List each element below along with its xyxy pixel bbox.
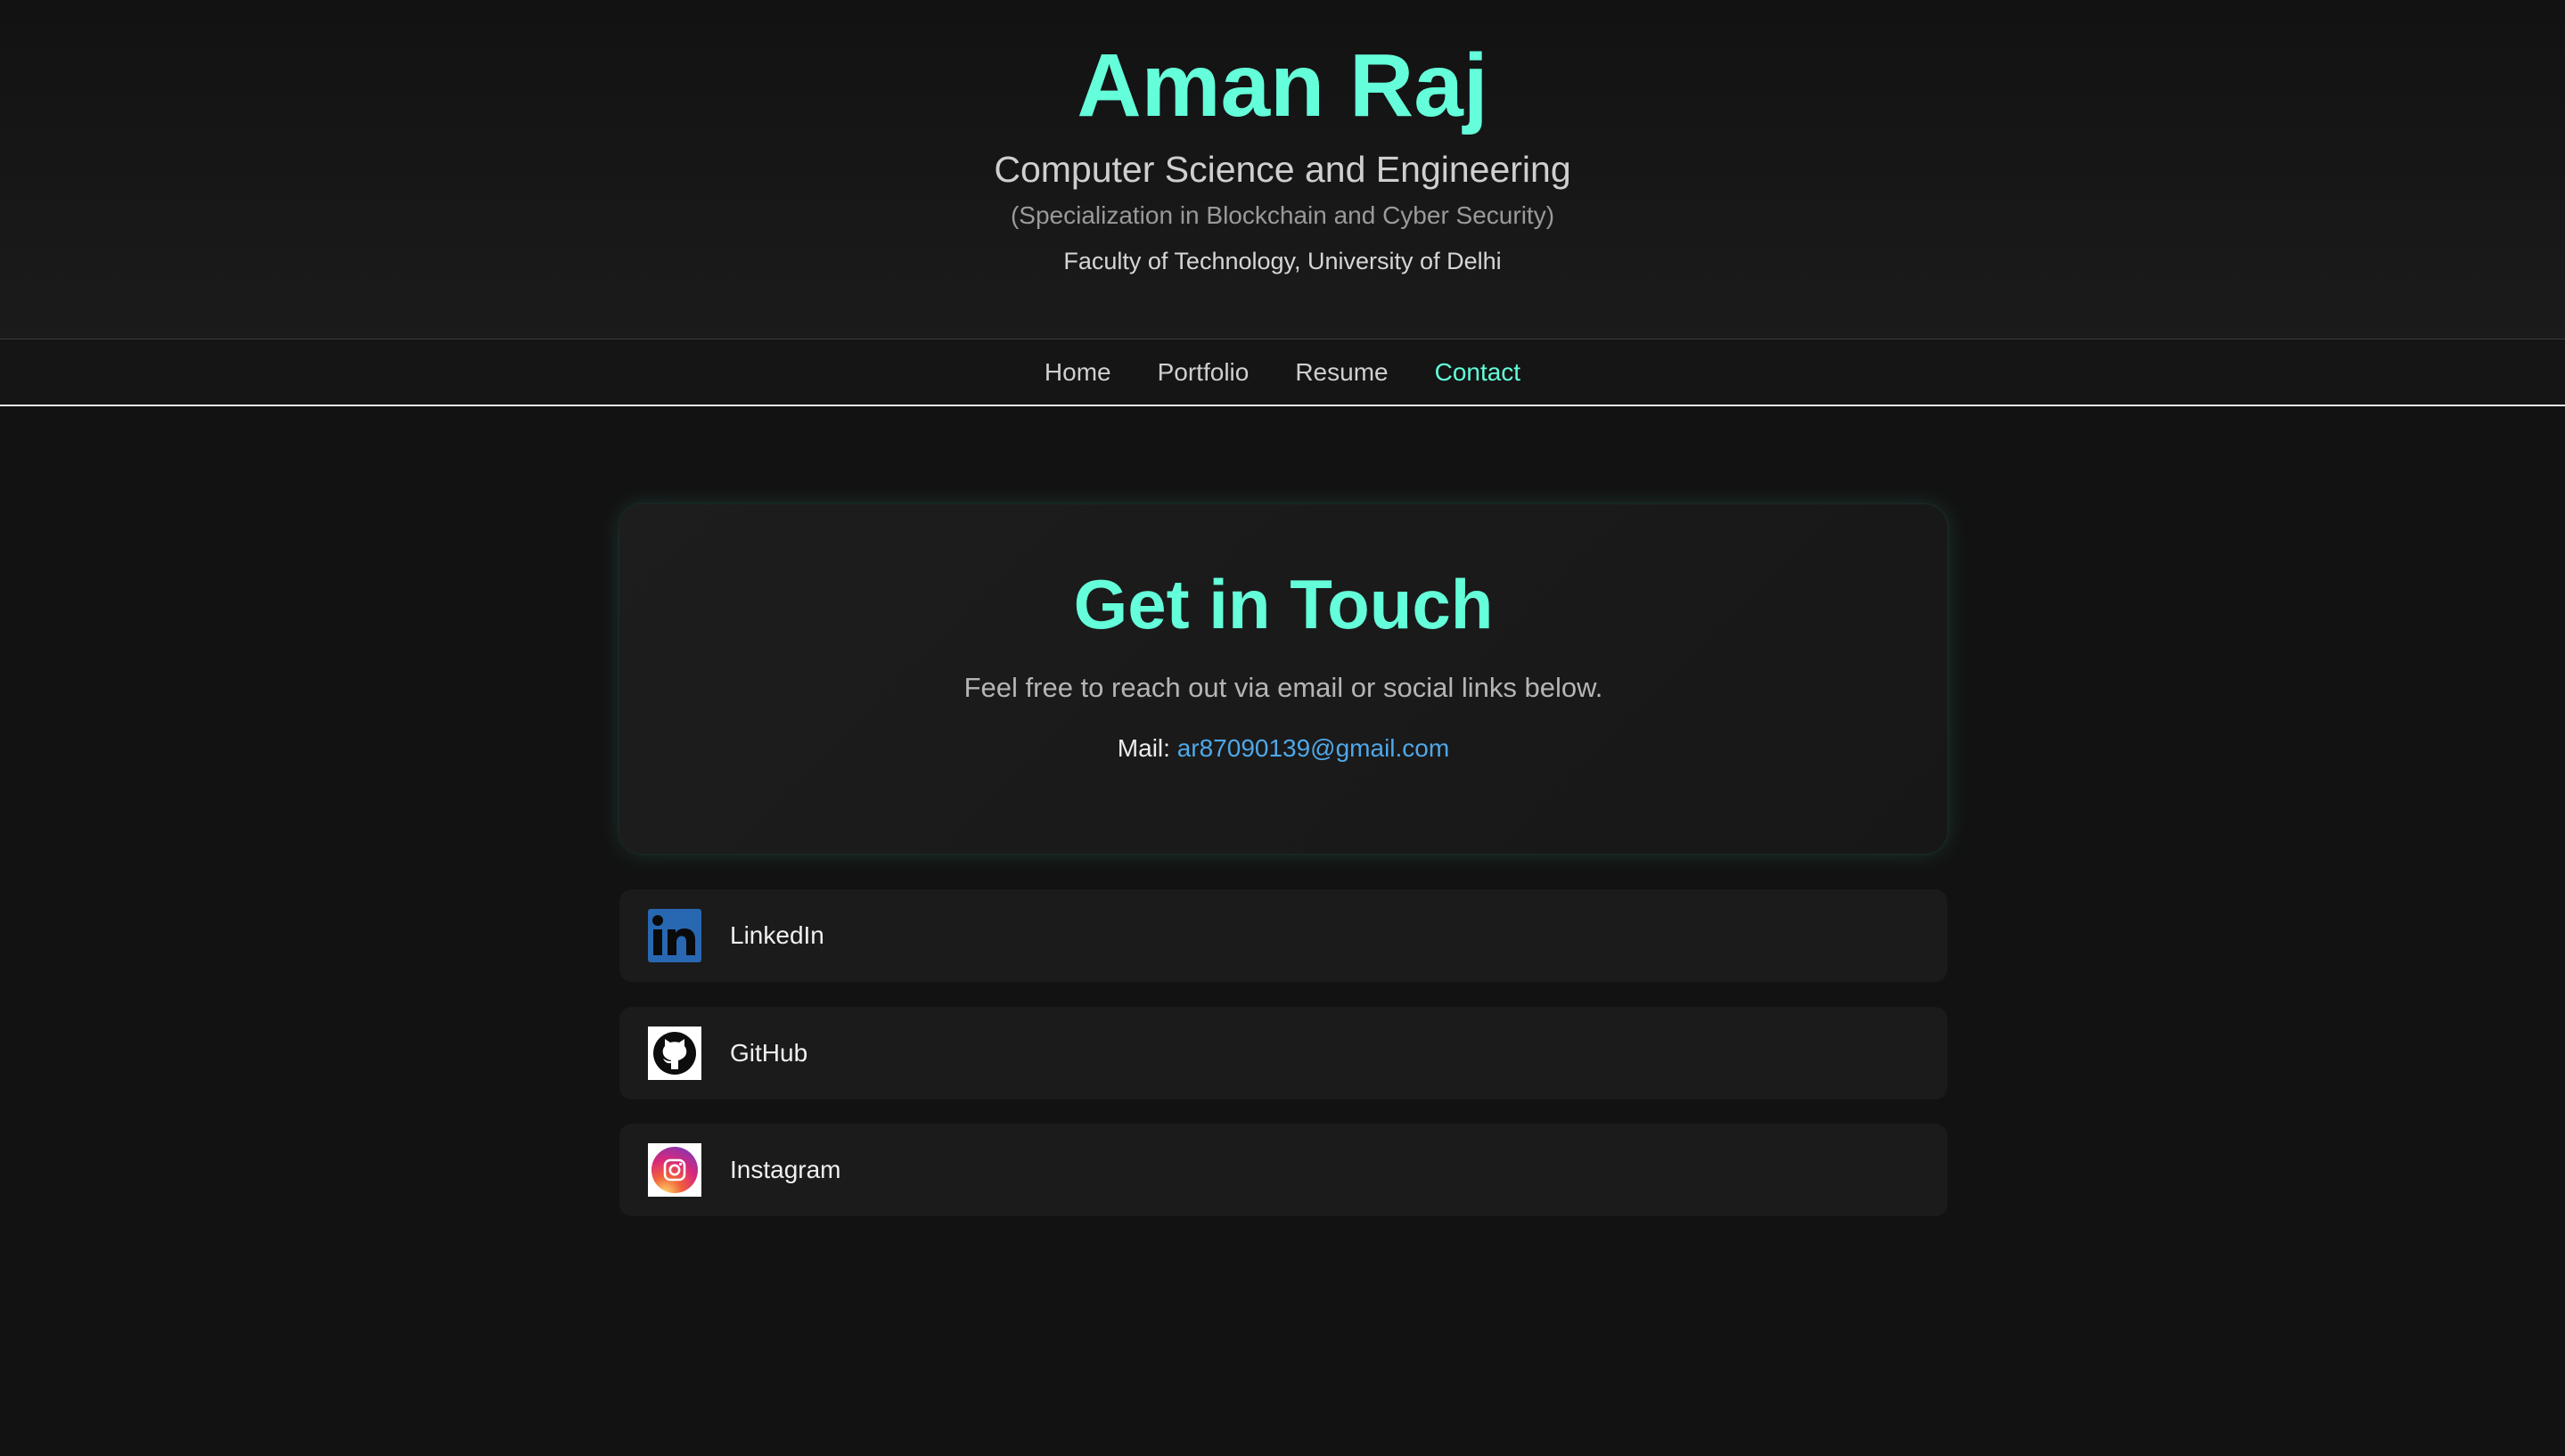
nav-resume-link[interactable]: Resume [1295, 358, 1388, 387]
site-subtitle: Computer Science and Engineering [994, 149, 1571, 190]
nav-portfolio-link[interactable]: Portfolio [1158, 358, 1250, 387]
contact-title: Get in Touch [1073, 565, 1494, 643]
mail-label: Mail: [1117, 734, 1170, 762]
linkedin-icon [648, 909, 701, 962]
github-label: GitHub [730, 1039, 808, 1067]
nav-home-link[interactable]: Home [1045, 358, 1111, 387]
site-title: Aman Raj [1077, 36, 1488, 135]
linkedin-label: LinkedIn [730, 921, 824, 949]
instagram-link[interactable]: Instagram [619, 1124, 1947, 1216]
mail-link[interactable]: ar87090139@gmail.com [1177, 734, 1449, 762]
github-icon [648, 1027, 701, 1080]
contact-description: Feel free to reach out via email or soci… [963, 672, 1603, 703]
instagram-label: Instagram [730, 1156, 841, 1183]
github-link[interactable]: GitHub [619, 1007, 1947, 1100]
linkedin-link[interactable]: LinkedIn [619, 889, 1947, 982]
contact-mail-line: Mail: ar87090139@gmail.com [619, 732, 1947, 765]
site-faculty: Faculty of Technology, University of Del… [1063, 248, 1502, 274]
site-header: Aman Raj Computer Science and Engineerin… [0, 0, 2565, 339]
main-nav: Home Portfolio Resume Contact [0, 339, 2565, 406]
site-specialization: (Specialization in Blockchain and Cyber … [1010, 201, 1555, 229]
contact-card: Get in Touch Feel free to reach out via … [619, 504, 1947, 854]
nav-contact-link[interactable]: Contact [1435, 358, 1521, 387]
instagram-icon [648, 1143, 701, 1197]
